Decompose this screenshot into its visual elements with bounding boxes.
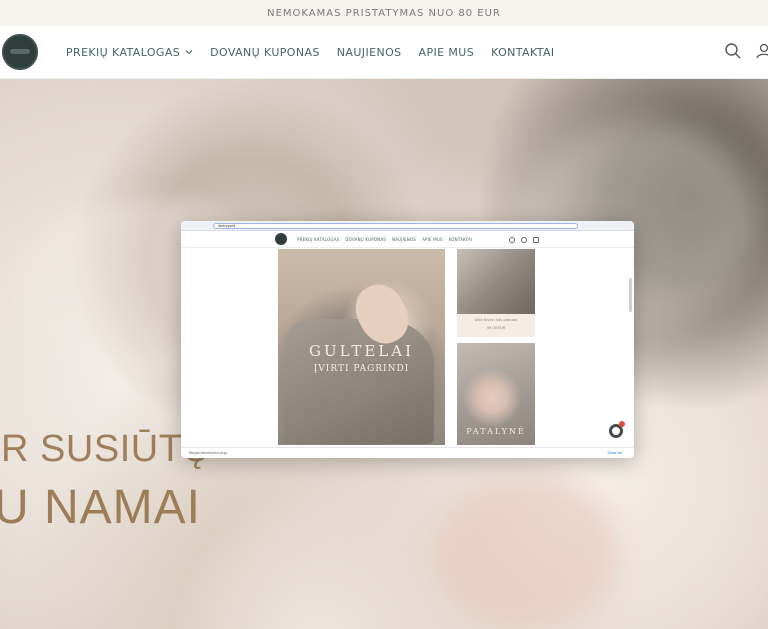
collection-card-beds[interactable]: GULTELAI ĮVIRTI PAGRINDI [278,249,445,445]
download-bar: Skype-emoticons.png Show all [181,447,634,458]
product-image[interactable] [457,249,535,314]
nav-item-gift-card-label: DOVANŲ KUPONAS [210,45,320,59]
search-icon[interactable] [724,42,742,60]
browser-toolbar: ibebypaid [181,221,634,231]
main-nav: PREKIŲ KATALOGAS DOVANŲ KUPONAS NAUJIENO… [66,45,555,59]
announcement-bar: NEMOKAMAS PRISTATYMAS NUO 80 EUR [0,0,768,26]
nav-item-gift-card[interactable]: DOVANŲ KUPONAS [210,45,320,59]
scrollbar[interactable] [629,278,632,312]
nav-item-catalog[interactable]: PREKIŲ KATALOGAS [66,45,193,59]
nav-item-contacts[interactable]: KONTAKTAI [491,45,554,59]
announcement-text: NEMOKAMAS PRISTATYMAS NUO 80 EUR [267,7,501,19]
browser-url-bar[interactable]: ibebypaid [213,223,578,229]
nav-item-catalog-label: PREKIŲ KATALOGAS [66,45,181,59]
mini-logo [275,233,287,245]
chevron-down-icon [185,50,193,55]
product-price: 49,00 EUR [486,326,506,330]
product-name: Ghlė ševrin fotu pleruzai [474,318,518,322]
product-card[interactable]: Ghlė ševrin fotu pleruzai 49,00 EUR [457,314,535,337]
download-file-name[interactable]: Skype-emoticons.png [189,451,227,455]
mini-search-icon [509,237,515,243]
blanket-shape [284,319,434,444]
hero-heading-line1: IR SUSIŪTŲ [0,428,211,470]
mini-nav-item: NAUJIENOS [392,237,417,242]
mini-nav-item: DOVANŲ KUPONAS [345,237,387,242]
mini-cart-icon [533,237,539,243]
download-show-all-link[interactable]: Show all [607,451,622,455]
collection-title-beds: GULTELAI [308,342,415,360]
chat-widget-icon[interactable] [609,421,625,438]
mini-nav-item: KONTAKTAI [448,237,473,242]
hero-heading-line2: U NAMAI [0,481,202,534]
nav-item-about[interactable]: APIE MUS [419,45,475,59]
collection-subtitle-beds: ĮVIRTI PAGRINDI [313,364,410,374]
store-logo[interactable] [2,34,38,70]
nav-item-news[interactable]: NAUJIENOS [337,45,402,59]
nav-item-contacts-label: KONTAKTAI [491,45,555,59]
browser-url-text: ibebypaid [218,224,236,228]
hero-baby-hand-shape [430,474,620,629]
mini-nav: PREKIŲ KATALOGAS DOVANŲ KUPONAS NAUJIENO… [297,237,472,242]
collection-card-bedding[interactable]: PATALYNĖ [457,343,535,445]
nav-item-news-label: NAUJIENOS [336,45,402,59]
nav-item-about-label: APIE MUS [418,45,475,59]
mini-nav-item: PREKIŲ KATALOGAS [297,237,340,242]
collection-title-bedding: PATALYNĖ [466,427,526,436]
mini-nav-item: APIE MUS [422,237,443,242]
account-icon[interactable] [755,42,768,60]
embedded-screenshot: ibebypaid PREKIŲ KATALOGAS DOVANŲ KUPONA… [181,221,634,458]
mini-account-icon [521,237,527,243]
